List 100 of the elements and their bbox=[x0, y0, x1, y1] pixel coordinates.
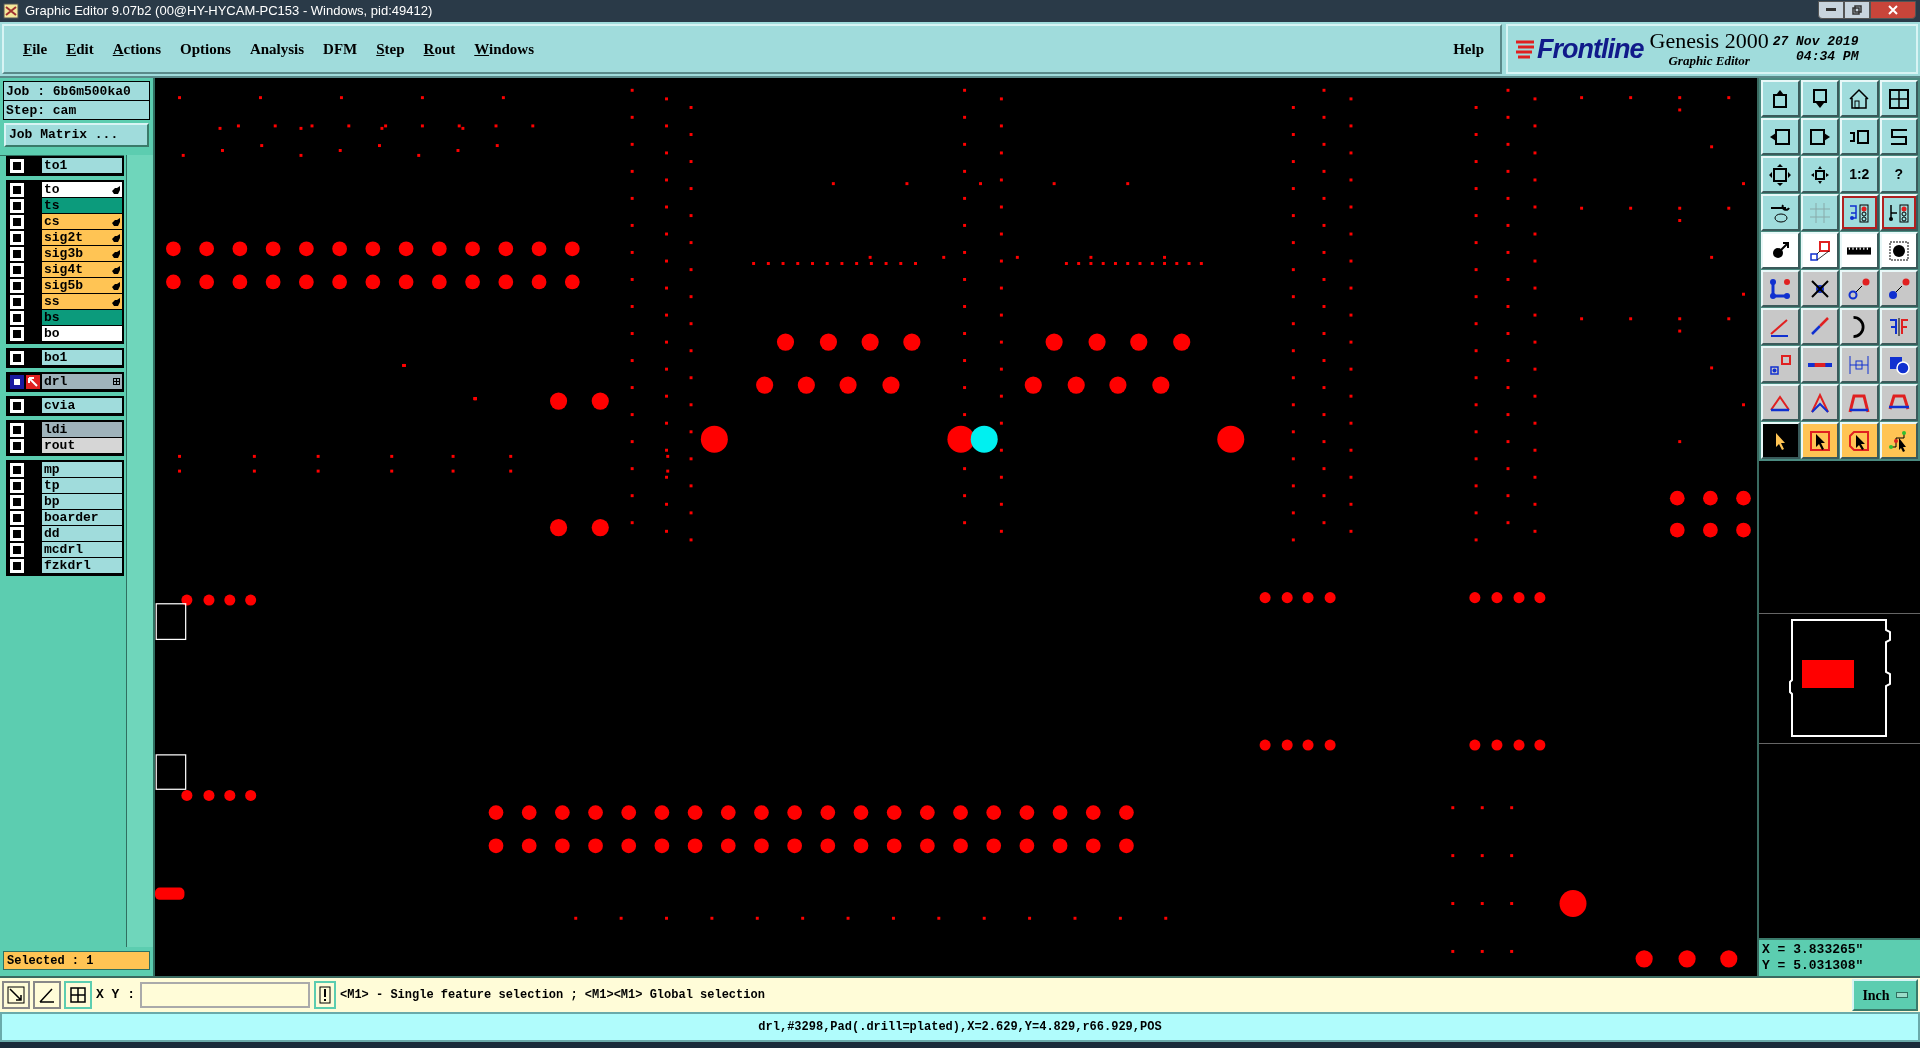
step-label: Step: cam bbox=[4, 101, 149, 119]
layer-name[interactable]: sig5b bbox=[42, 278, 122, 294]
restore-button[interactable] bbox=[1844, 1, 1870, 19]
tool-button[interactable] bbox=[1879, 346, 1918, 383]
tool-button[interactable] bbox=[1761, 346, 1800, 383]
tool-button[interactable] bbox=[1879, 80, 1918, 117]
tool-button[interactable] bbox=[1840, 270, 1879, 307]
tool-button[interactable] bbox=[1761, 156, 1800, 193]
tool-button[interactable] bbox=[1761, 270, 1800, 307]
layer-name[interactable]: sig2t bbox=[42, 230, 122, 246]
menu-item[interactable]: Options bbox=[171, 37, 240, 61]
layer-name[interactable]: bp bbox=[42, 494, 122, 510]
layer-checkbox[interactable] bbox=[10, 375, 24, 389]
scale-button[interactable]: 1:2 bbox=[1840, 156, 1879, 193]
tool-button[interactable] bbox=[1761, 384, 1800, 421]
tool-button[interactable] bbox=[1840, 194, 1879, 231]
minimize-icon bbox=[1826, 8, 1836, 12]
tool-button[interactable] bbox=[1800, 308, 1839, 345]
menu-item[interactable]: DFM bbox=[314, 37, 367, 61]
tool-button[interactable] bbox=[1800, 232, 1839, 269]
minimize-button[interactable] bbox=[1818, 1, 1844, 19]
tool-button[interactable] bbox=[1879, 118, 1918, 155]
grid-snap-button[interactable] bbox=[64, 981, 92, 1009]
layer-name[interactable]: bs bbox=[42, 310, 122, 326]
tool-button[interactable] bbox=[1800, 270, 1839, 307]
time-text: 04:34 PM bbox=[1796, 49, 1859, 64]
tool-button[interactable] bbox=[1800, 156, 1839, 193]
tool-button[interactable] bbox=[1879, 384, 1918, 421]
tool-button[interactable] bbox=[1879, 194, 1918, 231]
layer-name[interactable]: to bbox=[42, 182, 122, 198]
window-icon bbox=[1886, 86, 1911, 111]
selection-mode-button[interactable] bbox=[1879, 422, 1918, 459]
layer-name[interactable]: ss bbox=[42, 294, 122, 310]
layer-name[interactable]: ts bbox=[42, 198, 122, 214]
alert-button[interactable] bbox=[314, 981, 336, 1009]
layer-name[interactable]: fzkdrl bbox=[42, 558, 122, 574]
help-button[interactable]: ? bbox=[1879, 156, 1918, 193]
selection-mode-button[interactable] bbox=[1761, 422, 1800, 459]
zoom-fit-button[interactable] bbox=[2, 981, 30, 1009]
layer-name[interactable]: boarder bbox=[42, 510, 122, 526]
x-coordinate: X = 3.833265" bbox=[1762, 942, 1865, 958]
layer-name[interactable]: bo1 bbox=[42, 350, 122, 366]
tool-button[interactable] bbox=[1761, 194, 1800, 231]
tool-button[interactable] bbox=[1800, 194, 1839, 231]
tool-button[interactable] bbox=[1840, 118, 1879, 155]
layer-name[interactable]: mcdrl bbox=[42, 542, 122, 558]
tool-button[interactable] bbox=[1840, 80, 1879, 117]
tool-button[interactable] bbox=[1761, 80, 1800, 117]
menu-item[interactable]: File bbox=[14, 37, 57, 61]
tool-button[interactable] bbox=[1800, 118, 1839, 155]
tool-button[interactable] bbox=[1800, 80, 1839, 117]
tool-button[interactable] bbox=[1761, 232, 1800, 269]
layer-name[interactable]: mp bbox=[42, 462, 122, 478]
status-text: drl,#3298,Pad(.drill=plated),X=2.629,Y=4.829,r66.929,POS bbox=[758, 1019, 1162, 1036]
layer-name[interactable]: drl bbox=[42, 374, 122, 390]
selection-mode-button[interactable] bbox=[1800, 422, 1839, 459]
menu-item[interactable]: Windows bbox=[465, 37, 544, 61]
angle-button[interactable] bbox=[33, 981, 61, 1009]
tool-button[interactable] bbox=[1761, 308, 1800, 345]
xy-input-field[interactable] bbox=[140, 982, 310, 1008]
tool-button[interactable] bbox=[1840, 346, 1879, 383]
menu-item[interactable]: Rout bbox=[414, 37, 465, 61]
units-dropdown[interactable]: Inch bbox=[1852, 979, 1918, 1011]
tool-button[interactable] bbox=[1840, 232, 1879, 269]
layer-name[interactable]: tp bbox=[42, 478, 122, 494]
help-menu[interactable]: Help bbox=[1441, 37, 1496, 61]
menu-item[interactable]: Actions bbox=[103, 37, 171, 61]
tool-button[interactable] bbox=[1879, 270, 1918, 307]
layer-name[interactable]: cvia bbox=[42, 398, 122, 414]
job-label: Job : 6b6m500ka0 bbox=[4, 82, 149, 101]
layer-name[interactable]: bo bbox=[42, 326, 122, 342]
pointer-icon bbox=[1847, 428, 1872, 453]
tool-button[interactable] bbox=[1761, 118, 1800, 155]
line-segment-icon bbox=[1807, 362, 1832, 367]
layer-name[interactable]: sig3b bbox=[42, 246, 122, 262]
job-matrix-button[interactable]: Job Matrix ... bbox=[4, 123, 149, 147]
grid-icon bbox=[113, 378, 120, 385]
menu-item[interactable]: Analysis bbox=[240, 37, 314, 61]
menu-item[interactable]: Edit bbox=[57, 37, 103, 61]
product-subtitle: Graphic Editor bbox=[1668, 53, 1750, 69]
nodes-icon bbox=[1768, 276, 1793, 301]
tool-button[interactable] bbox=[1840, 308, 1879, 345]
pointer-icon bbox=[1807, 428, 1832, 453]
close-button[interactable] bbox=[1870, 1, 1916, 19]
layer-name[interactable]: dd bbox=[42, 526, 122, 542]
tool-button[interactable] bbox=[1840, 384, 1879, 421]
tool-button[interactable] bbox=[1800, 384, 1839, 421]
menu-item[interactable]: Step bbox=[367, 37, 414, 61]
layer-name[interactable]: cs bbox=[42, 214, 122, 230]
scroll-bar[interactable] bbox=[126, 155, 153, 947]
layer-name[interactable]: to1 bbox=[42, 158, 122, 174]
tool-button[interactable] bbox=[1800, 346, 1839, 383]
tool-button[interactable] bbox=[1879, 308, 1918, 345]
layer-name[interactable]: sig4t bbox=[42, 262, 122, 278]
exclamation-icon bbox=[319, 986, 331, 1004]
layer-name[interactable]: ldi bbox=[42, 422, 122, 438]
selection-mode-button[interactable] bbox=[1840, 422, 1879, 459]
selected-pad[interactable] bbox=[970, 425, 998, 453]
tool-button[interactable] bbox=[1879, 232, 1918, 269]
layer-name[interactable]: rout bbox=[42, 438, 122, 454]
